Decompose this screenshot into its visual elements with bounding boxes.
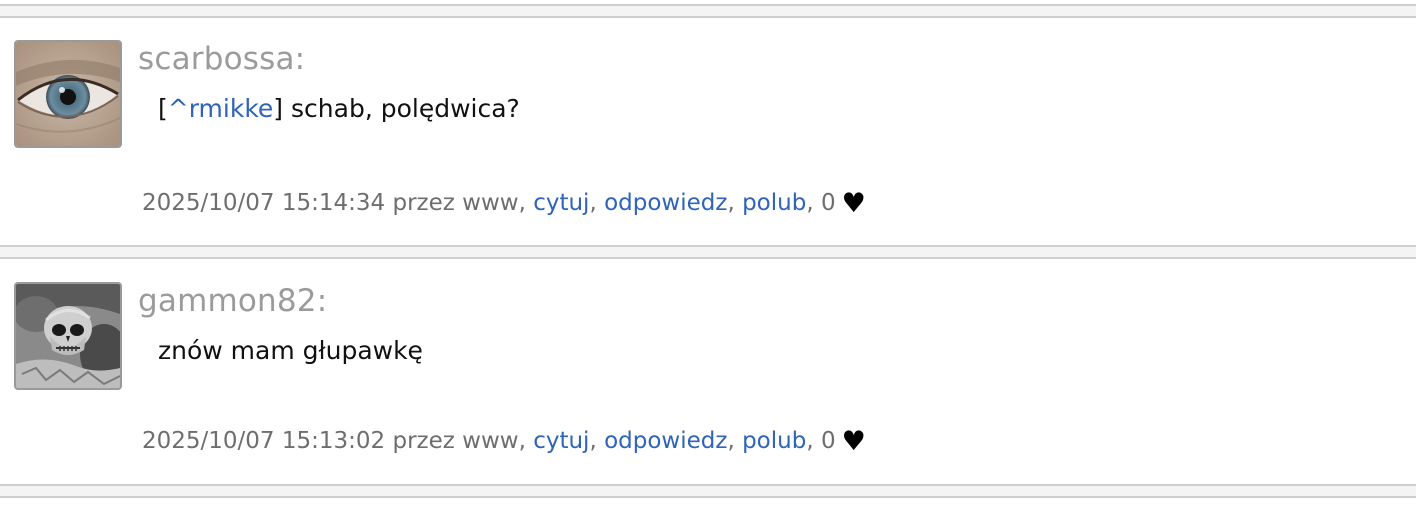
mention-close-bracket: ] — [273, 94, 284, 123]
meta-separator: , — [589, 428, 605, 454]
comment-meta: 2025/10/07 15:14:34 przez www, cytuj, od… — [142, 190, 866, 217]
comment-author: gammon82: — [138, 283, 328, 319]
comment-meta: 2025/10/07 15:13:02 przez www, cytuj, od… — [142, 428, 866, 455]
post-separator — [0, 245, 1416, 259]
reply-link[interactable]: odpowiedz — [604, 190, 727, 216]
heart-icon: ♥ — [841, 188, 866, 219]
like-link[interactable]: polub — [742, 428, 806, 454]
like-link[interactable]: polub — [742, 190, 806, 216]
like-count: 0 — [820, 428, 836, 454]
skull-photo-avatar-icon — [16, 284, 120, 388]
quote-link[interactable]: cytuj — [533, 428, 589, 454]
like-count: 0 — [820, 190, 836, 216]
post-separator — [0, 484, 1416, 498]
mention-link[interactable]: ^rmikke — [168, 94, 274, 123]
comment-text: schab, polędwica? — [283, 94, 520, 123]
user-avatar[interactable] — [14, 282, 122, 390]
comment-author: scarbossa: — [138, 41, 306, 77]
reply-link[interactable]: odpowiedz — [604, 428, 727, 454]
comment-body: znów mam głupawkę — [158, 338, 423, 363]
comment-timestamp: 2025/10/07 15:13:02 przez www, — [142, 428, 534, 454]
comment-timestamp: 2025/10/07 15:14:34 przez www, — [142, 190, 534, 216]
meta-separator: , — [806, 190, 821, 216]
quote-link[interactable]: cytuj — [533, 190, 589, 216]
heart-icon: ♥ — [841, 426, 866, 457]
post-separator — [0, 4, 1416, 18]
meta-separator: , — [589, 190, 605, 216]
comment-body: [^rmikke] schab, polędwica? — [158, 96, 520, 121]
user-avatar[interactable] — [14, 40, 122, 148]
meta-separator: , — [727, 428, 743, 454]
mention-open-bracket: [ — [158, 94, 168, 123]
comment-text: znów mam głupawkę — [158, 336, 423, 365]
meta-separator: , — [806, 428, 821, 454]
eye-photo-avatar-icon — [16, 42, 120, 146]
meta-separator: , — [727, 190, 743, 216]
